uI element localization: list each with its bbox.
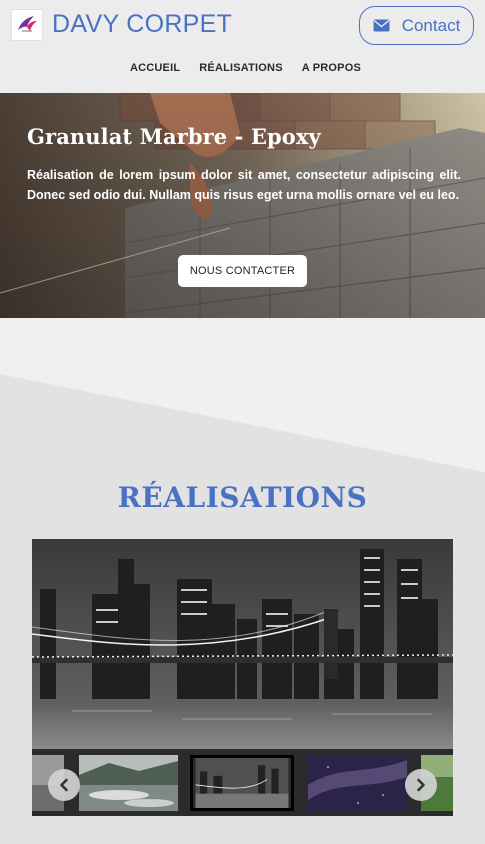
site-header: DAVY CORPET Contact ACCUEIL RÉALISATIONS… — [0, 0, 485, 93]
nav-item-a-propos[interactable]: A PROPOS — [302, 62, 361, 74]
nav-item-realisations[interactable]: RÉALISATIONS — [199, 62, 282, 74]
contact-button[interactable]: Contact — [359, 6, 474, 45]
thumbnail-strip — [32, 749, 453, 816]
contact-button-label: Contact — [401, 15, 461, 35]
image-carousel — [32, 539, 453, 816]
night-sky-thumbnail[interactable] — [308, 755, 407, 811]
city-bridge-thumbnail[interactable] — [190, 755, 294, 811]
contact-us-button[interactable]: NOUS CONTACTER — [178, 255, 307, 287]
hero-banner: Granulat Marbre - Epoxy Réalisation de l… — [0, 93, 485, 318]
main-nav: ACCUEIL RÉALISATIONS A PROPOS — [0, 62, 485, 74]
bird-logo-icon — [18, 16, 37, 32]
carousel-prev-button[interactable] — [48, 769, 80, 801]
hero-description: Réalisation de lorem ipsum dolor sit ame… — [27, 168, 461, 202]
envelope-icon — [373, 19, 390, 32]
carousel-main-image — [32, 539, 453, 749]
hero-title: Granulat Marbre - Epoxy — [27, 124, 321, 149]
realisations-title: RÉALISATIONS — [117, 481, 368, 514]
river-thumbnail[interactable] — [79, 755, 178, 811]
nav-item-accueil[interactable]: ACCUEIL — [130, 62, 180, 74]
chevron-left-icon — [60, 778, 68, 792]
brand-name[interactable]: DAVY CORPET — [52, 10, 232, 39]
carousel-next-button[interactable] — [405, 769, 437, 801]
logo[interactable] — [11, 9, 43, 41]
chevron-right-icon — [417, 778, 425, 792]
